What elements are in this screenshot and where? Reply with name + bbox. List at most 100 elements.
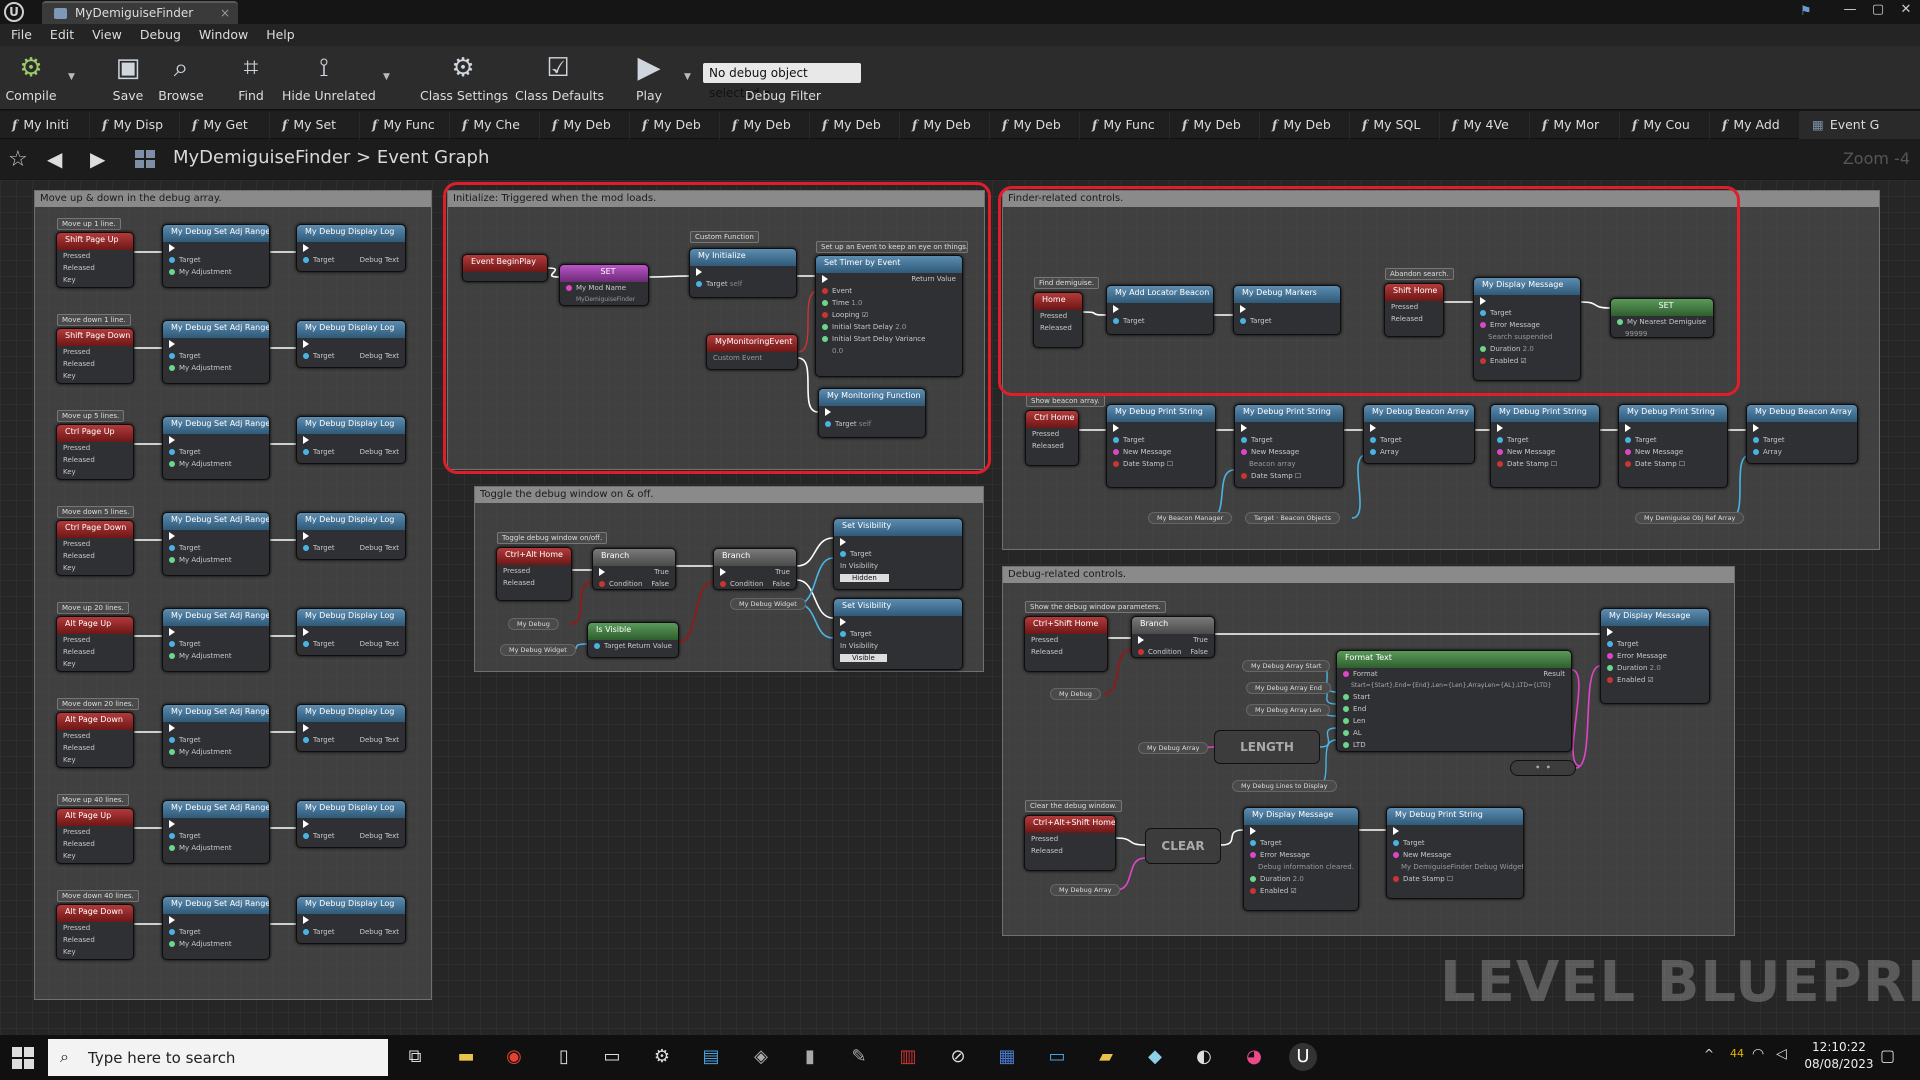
browse-button[interactable]: ⌕ Browse [156, 50, 206, 108]
debug-widget-variable[interactable]: My Debug Widget [500, 644, 576, 656]
clock-date[interactable]: 08/08/2023 [1800, 1057, 1878, 1071]
my-debug-variable[interactable]: My Debug [1050, 688, 1101, 700]
key-event-node[interactable]: Ctrl Page Down Pressed Released Key [56, 520, 134, 576]
notepad-icon[interactable]: ▯ [550, 1043, 578, 1071]
array-end-variable[interactable]: My Debug Array End [1246, 682, 1331, 694]
chrome-icon[interactable]: ◉ [500, 1043, 528, 1071]
unreal-logo-icon[interactable]: U [4, 2, 24, 22]
reroute-node[interactable]: • • [1510, 760, 1576, 776]
app-icon[interactable]: ▭ [1043, 1043, 1071, 1071]
length-node[interactable]: LENGTH [1214, 730, 1320, 764]
key-event-node[interactable]: Shift Page Down Pressed Released Key [56, 328, 134, 384]
key-event-node[interactable]: Ctrl Page Up Pressed Released Key [56, 424, 134, 480]
display-log-node[interactable]: My Debug Display Log Target Debug Text [296, 896, 406, 944]
back-arrow-icon[interactable]: ◀ [47, 147, 62, 171]
clear-node[interactable]: CLEAR [1145, 828, 1221, 864]
tab-event-graph[interactable]: ▦ Event G [1800, 111, 1920, 139]
app-icon[interactable]: ◕ [1240, 1043, 1268, 1071]
close-button[interactable]: ✕ [1892, 0, 1920, 22]
hide-unrelated-arrow-icon[interactable]: ▼ [383, 72, 390, 82]
find-button[interactable]: ⌗ Find [228, 50, 274, 108]
network-icon[interactable]: ◠ [1752, 1046, 1764, 1062]
display-log-node[interactable]: My Debug Display Log Target Debug Text [296, 608, 406, 656]
lines-to-display-variable[interactable]: My Debug Lines to Display [1232, 780, 1337, 792]
function-tab[interactable]: f My Deb [1170, 111, 1260, 139]
app-icon[interactable]: ▥ [894, 1043, 922, 1071]
volume-icon[interactable]: ◁ [1776, 1046, 1787, 1062]
terminal-icon[interactable]: ▭ [598, 1043, 626, 1071]
debug-object-select[interactable]: No debug object selected ▾ [703, 63, 861, 100]
play-button[interactable]: ▶ Play [624, 50, 674, 108]
function-tab[interactable]: f My 4Ve [1440, 111, 1530, 139]
app-icon[interactable]: ◐ [1190, 1043, 1218, 1071]
function-tab[interactable]: f My SQL [1350, 111, 1440, 139]
menu-view[interactable]: View [83, 24, 131, 46]
debug-array-variable[interactable]: My Debug Array [1138, 742, 1209, 754]
close-tab-icon[interactable]: × [220, 6, 230, 20]
display-log-node[interactable]: My Debug Display Log Target Debug Text [296, 224, 406, 272]
format-text-node[interactable]: Format Text Format Result Start={Start},… [1336, 650, 1572, 752]
key-event-node[interactable]: Alt Page Down Pressed Released Key [56, 712, 134, 768]
ctrl-alt-shift-home-key-node[interactable]: Ctrl+Alt+Shift Home Pressed Released [1024, 815, 1116, 871]
menu-edit[interactable]: Edit [41, 24, 83, 46]
display-log-node[interactable]: My Debug Display Log Target Debug Text [296, 704, 406, 752]
save-button[interactable]: ▣ Save [106, 50, 150, 108]
minimize-button[interactable]: — [1836, 0, 1864, 22]
set-adj-range-node[interactable]: My Debug Set Adj Range Target My Adjustmen… [162, 800, 270, 864]
hide-unrelated-button[interactable]: ⟟ Hide Unrelated [282, 50, 376, 108]
menu-file[interactable]: File [2, 24, 41, 46]
print-string-node[interactable]: My Debug Print String Target New Message Da… [1618, 404, 1728, 488]
function-tab[interactable]: f My Cou [1620, 111, 1710, 139]
print-string-node[interactable]: My Debug Print String Target New Message Da… [1490, 404, 1600, 488]
function-tab[interactable]: f My Func [360, 111, 450, 139]
menu-debug[interactable]: Debug [131, 24, 190, 46]
app-icon[interactable]: ▦ [993, 1043, 1021, 1071]
unreal-engine-icon[interactable]: U [1289, 1043, 1317, 1071]
taskbar-search[interactable]: ⌕ Type here to search [48, 1039, 388, 1076]
app-icon[interactable]: ▮ [796, 1043, 824, 1071]
print-string-node[interactable]: My Debug Print String Target New Message Da… [1106, 404, 1216, 488]
display-message-node[interactable]: My Display Message Target Error Message … [1600, 608, 1710, 704]
document-tab[interactable]: MyDemiguiseFinder × [42, 1, 238, 24]
compile-options-arrow-icon[interactable]: ▼ [68, 72, 75, 82]
task-view-icon[interactable]: ⧉ [401, 1043, 429, 1071]
breadcrumb-root[interactable]: MyDemiguiseFinder [173, 147, 350, 168]
app-icon[interactable]: ▰ [1092, 1043, 1120, 1071]
function-tab[interactable]: f My Deb [540, 111, 630, 139]
app-icon[interactable]: ◆ [1141, 1043, 1169, 1071]
function-tab[interactable]: f My Deb [630, 111, 720, 139]
key-event-node[interactable]: Alt Page Up Pressed Released Key [56, 808, 134, 864]
set-adj-range-node[interactable]: My Debug Set Adj Range Target My Adjustmen… [162, 512, 270, 576]
display-log-node[interactable]: My Debug Display Log Target Debug Text [296, 800, 406, 848]
set-visibility-hidden-node[interactable]: Set Visibility Target In Visibility Hidd… [833, 518, 963, 590]
function-tab[interactable]: f My Deb [900, 111, 990, 139]
display-log-node[interactable]: My Debug Display Log Target Debug Text [296, 512, 406, 560]
debug-widget-variable[interactable]: My Debug Widget [730, 598, 806, 610]
set-visibility-visible-node[interactable]: Set Visibility Target In Visibility Visi… [833, 598, 963, 670]
function-tab[interactable]: f My Set [270, 111, 360, 139]
clock-time[interactable]: 12:10:22 [1800, 1040, 1878, 1054]
key-event-node[interactable]: Alt Page Up Pressed Released Key [56, 616, 134, 672]
function-tab[interactable]: f My Deb [720, 111, 810, 139]
function-tab[interactable]: f My Get [180, 111, 270, 139]
tray-expand-icon[interactable]: ^ [1704, 1047, 1714, 1061]
compile-button[interactable]: ⚙ Compile [4, 50, 58, 108]
function-tab[interactable]: f My Deb [810, 111, 900, 139]
key-event-node[interactable]: Alt Page Down Pressed Released Key [56, 904, 134, 960]
function-tab[interactable]: f My Che [450, 111, 540, 139]
app-icon[interactable]: ◈ [747, 1043, 775, 1071]
set-adj-range-node[interactable]: My Debug Set Adj Range Target My Adjustmen… [162, 608, 270, 672]
key-event-node[interactable]: Shift Page Up Pressed Released Key [56, 232, 134, 288]
play-options-arrow-icon[interactable]: ▼ [684, 72, 691, 82]
set-adj-range-node[interactable]: My Debug Set Adj Range Target My Adjustmen… [162, 704, 270, 768]
menu-help[interactable]: Help [257, 24, 304, 46]
is-visible-node[interactable]: Is Visible Target Return Value [587, 622, 679, 658]
forward-arrow-icon[interactable]: ▶ [90, 147, 105, 171]
function-tab[interactable]: f My Add [1710, 111, 1800, 139]
beacon-objects-getter[interactable]: Target · Beacon Objects [1245, 512, 1341, 524]
favorite-star-icon[interactable]: ☆ [8, 147, 28, 172]
set-adj-range-node[interactable]: My Debug Set Adj Range Target My Adjustmen… [162, 416, 270, 480]
app-window-icon[interactable]: ▤ [697, 1043, 725, 1071]
print-string-node[interactable]: My Debug Print String Target New Message Be… [1234, 404, 1344, 488]
display-message-node[interactable]: My Display Message Target Error Message … [1243, 807, 1359, 911]
